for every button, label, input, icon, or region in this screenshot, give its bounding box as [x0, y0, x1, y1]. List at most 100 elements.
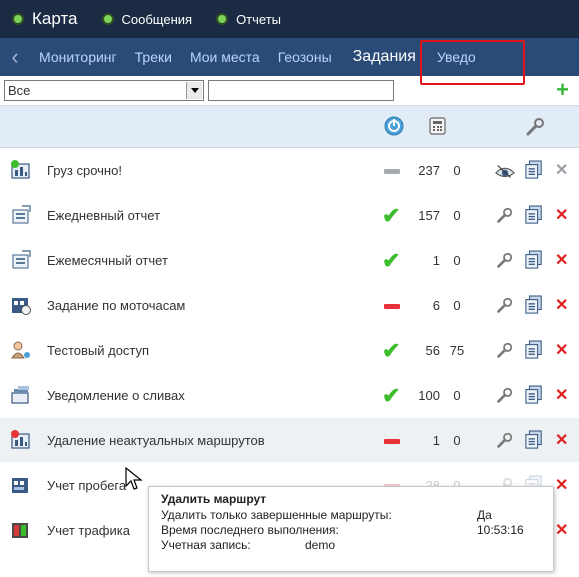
job-name[interactable]: Уведомление о сливах — [47, 388, 185, 403]
delete-icon[interactable]: ✕ — [555, 250, 568, 270]
wrench-icon[interactable] — [494, 386, 514, 406]
route-delete-icon — [10, 430, 32, 450]
job-row[interactable]: Задание по моточасам 6 0 ✕ — [0, 283, 579, 328]
execution-count: 237 — [418, 163, 440, 178]
tab-messages[interactable]: Сообщения — [103, 11, 193, 27]
enabled-status-icon[interactable]: ✔ — [382, 248, 400, 274]
chart-lock-icon — [10, 160, 32, 180]
wrench-icon[interactable] — [494, 431, 514, 451]
status-dot-icon — [103, 15, 112, 23]
filter-select-value: Все — [8, 83, 31, 98]
table-header — [0, 106, 579, 148]
tab-reports-label: Отчеты — [236, 11, 281, 27]
job-name[interactable]: Удаление неактуальных маршрутов — [47, 433, 265, 448]
enabled-status-icon[interactable]: ✔ — [382, 203, 400, 229]
power-icon[interactable] — [384, 116, 404, 136]
tooltip-key: Учетная запись: — [161, 538, 251, 552]
delete-icon[interactable]: ✕ — [555, 475, 568, 495]
second-count: 75 — [449, 343, 465, 358]
job-name[interactable]: Ежедневный отчет — [47, 208, 160, 223]
copy-icon[interactable] — [525, 340, 543, 360]
add-job-button[interactable]: + — [556, 78, 569, 102]
tooltip-line: Учетная запись: demo — [161, 538, 541, 553]
delete-icon[interactable]: ✕ — [555, 205, 568, 225]
copy-icon[interactable] — [525, 250, 543, 270]
nav-tracks[interactable]: Треки — [126, 38, 181, 76]
job-row[interactable]: Груз срочно! 237 0 ✕ — [0, 148, 579, 193]
nav-monitoring[interactable]: Мониторинг — [30, 38, 126, 76]
mouse-cursor-icon — [125, 466, 143, 490]
execution-count: 1 — [432, 433, 440, 448]
second-count: 0 — [453, 298, 461, 313]
counter-icon[interactable] — [428, 116, 448, 136]
job-tooltip: Удалить маршрут Удалить только завершенн… — [148, 486, 554, 572]
second-count: 0 — [453, 253, 461, 268]
execution-count: 157 — [418, 208, 440, 223]
second-count: 0 — [453, 388, 461, 403]
execution-count: 1 — [432, 253, 440, 268]
filter-select[interactable]: Все — [4, 80, 204, 101]
copy-icon[interactable] — [525, 160, 543, 180]
job-name[interactable]: Ежемесячный отчет — [47, 253, 168, 268]
job-name[interactable]: Учет пробега — [47, 478, 126, 493]
delete-icon[interactable]: ✕ — [555, 160, 568, 180]
job-name[interactable]: Тестовый доступ — [47, 343, 149, 358]
tooltip-value: demo — [305, 538, 336, 552]
job-row[interactable]: Ежемесячный отчет ✔ 1 0 ✕ — [0, 238, 579, 283]
execution-count: 56 — [425, 343, 440, 358]
notification-icon — [10, 385, 32, 405]
chevron-down-icon[interactable] — [186, 82, 202, 99]
job-name[interactable]: Задание по моточасам — [47, 298, 185, 313]
disabled-status-icon[interactable] — [384, 439, 400, 444]
wrench-icon[interactable] — [494, 206, 514, 226]
second-count: 0 — [453, 433, 461, 448]
tab-map-label: Карта — [32, 9, 78, 28]
job-row[interactable]: Уведомление о сливах ✔ 100 0 ✕ — [0, 373, 579, 418]
job-name[interactable]: Груз срочно! — [47, 163, 122, 178]
job-name[interactable]: Учет трафика — [47, 523, 130, 538]
report-icon — [10, 205, 32, 225]
engine-hours-icon — [10, 295, 32, 315]
delete-icon[interactable]: ✕ — [555, 385, 568, 405]
job-row[interactable]: Ежедневный отчет ✔ 157 0 ✕ — [0, 193, 579, 238]
delete-icon[interactable]: ✕ — [555, 430, 568, 450]
enabled-status-icon[interactable]: ✔ — [382, 338, 400, 364]
tooltip-key: Время последнего выполнения: — [161, 523, 339, 537]
view-icon[interactable] — [494, 161, 515, 181]
copy-icon[interactable] — [525, 205, 543, 225]
delete-icon[interactable]: ✕ — [555, 295, 568, 315]
delete-icon[interactable]: ✕ — [555, 340, 568, 360]
neutral-status-icon[interactable] — [384, 169, 400, 174]
second-count: 0 — [453, 208, 461, 223]
mileage-icon — [10, 475, 32, 495]
top-tab-bar: Карта Сообщения Отчеты — [0, 0, 579, 38]
filter-bar: Все + — [0, 76, 579, 106]
nav-notifications[interactable]: Уведо — [428, 38, 485, 76]
job-row[interactable]: Тестовый доступ ✔ 56 75 ✕ — [0, 328, 579, 373]
job-row[interactable]: Удаление неактуальных маршрутов 1 0 ✕ — [0, 418, 579, 463]
tooltip-value: 10:53:16 — [477, 523, 524, 537]
nav-geofences[interactable]: Геозоны — [269, 38, 341, 76]
status-dot-icon — [14, 15, 22, 23]
tab-messages-label: Сообщения — [121, 11, 193, 27]
tab-reports[interactable]: Отчеты — [218, 12, 281, 27]
enabled-status-icon[interactable]: ✔ — [382, 383, 400, 409]
copy-icon[interactable] — [525, 430, 543, 450]
scroll-left-icon[interactable]: ‹ — [0, 38, 30, 76]
wrench-icon[interactable] — [494, 251, 514, 271]
wrench-icon[interactable] — [494, 341, 514, 361]
tooltip-line: Время последнего выполнения: 10:53:16 — [161, 523, 541, 538]
search-input[interactable] — [208, 80, 394, 101]
nav-my-places[interactable]: Мои места — [181, 38, 269, 76]
disabled-status-icon[interactable] — [384, 304, 400, 309]
tooltip-key: Удалить только завершенные маршруты: — [161, 508, 392, 522]
wrench-icon — [526, 118, 544, 136]
tooltip-line: Удалить только завершенные маршруты: Да — [161, 508, 541, 523]
copy-icon[interactable] — [525, 295, 543, 315]
tab-map[interactable]: Карта — [14, 9, 78, 29]
delete-icon[interactable]: ✕ — [555, 520, 568, 540]
copy-icon[interactable] — [525, 385, 543, 405]
nav-jobs[interactable]: Задания — [341, 38, 428, 76]
second-count: 0 — [453, 163, 461, 178]
wrench-icon[interactable] — [494, 296, 514, 316]
